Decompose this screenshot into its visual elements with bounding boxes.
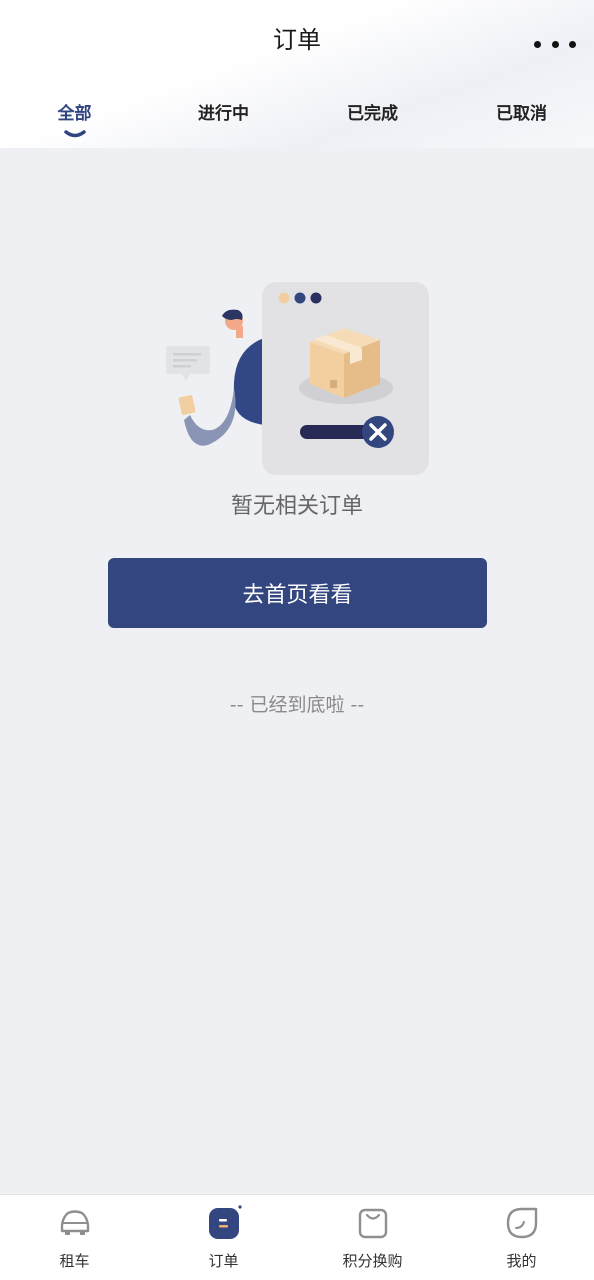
tabbar-item-rent[interactable]: 租车 xyxy=(0,1195,149,1280)
header: 订单 全部 进行中 已完成 已取消 xyxy=(0,0,594,148)
more-dot-icon xyxy=(551,40,559,48)
tabbar-label: 我的 xyxy=(506,1252,537,1270)
active-tab-indicator xyxy=(63,130,86,138)
profile-icon xyxy=(506,1207,537,1239)
tab-label: 已完成 xyxy=(347,104,398,124)
more-options-button[interactable] xyxy=(534,30,576,58)
tab-label: 已取消 xyxy=(496,104,547,124)
person-figure xyxy=(178,309,264,446)
package-card xyxy=(262,282,429,475)
box-icon xyxy=(310,328,380,398)
order-icon xyxy=(208,1205,242,1239)
shopping-bag-icon xyxy=(358,1208,387,1239)
tabbar-label: 租车 xyxy=(59,1252,90,1270)
more-dot-icon xyxy=(569,40,576,48)
speech-bubble-icon xyxy=(166,346,210,381)
tab-label: 进行中 xyxy=(198,104,249,124)
empty-orders-illustration xyxy=(166,282,429,475)
tabbar-label: 订单 xyxy=(208,1252,239,1270)
tabbar-item-profile[interactable]: 我的 xyxy=(447,1195,594,1280)
tab-all[interactable]: 全部 xyxy=(0,100,149,138)
tab-completed[interactable]: 已完成 xyxy=(298,100,447,128)
car-icon xyxy=(60,1210,89,1235)
more-dot-icon xyxy=(534,40,541,48)
order-tabs: 全部 进行中 已完成 已取消 xyxy=(0,100,594,140)
go-home-button[interactable]: 去首页看看 xyxy=(108,558,487,628)
orders-page: 订单 全部 进行中 已完成 已取消 暂无相关订单 去首页看看 -- 已经到底啦 … xyxy=(0,0,594,1280)
tab-label: 全部 xyxy=(57,104,92,124)
tab-in-progress[interactable]: 进行中 xyxy=(149,100,298,128)
tabbar-item-points-shop[interactable]: 积分换购 xyxy=(298,1195,447,1280)
empty-message: 暂无相关订单 xyxy=(230,494,363,519)
tabbar-item-orders[interactable]: 订单 xyxy=(149,1195,298,1280)
end-of-list-note: -- 已经到底啦 -- xyxy=(229,694,365,716)
tab-cancelled[interactable]: 已取消 xyxy=(447,100,594,128)
bottom-tabbar: 租车 订单 积分换购 我的 xyxy=(0,1194,594,1280)
tabbar-label: 积分换购 xyxy=(342,1252,403,1270)
page-title: 订单 xyxy=(273,26,321,54)
